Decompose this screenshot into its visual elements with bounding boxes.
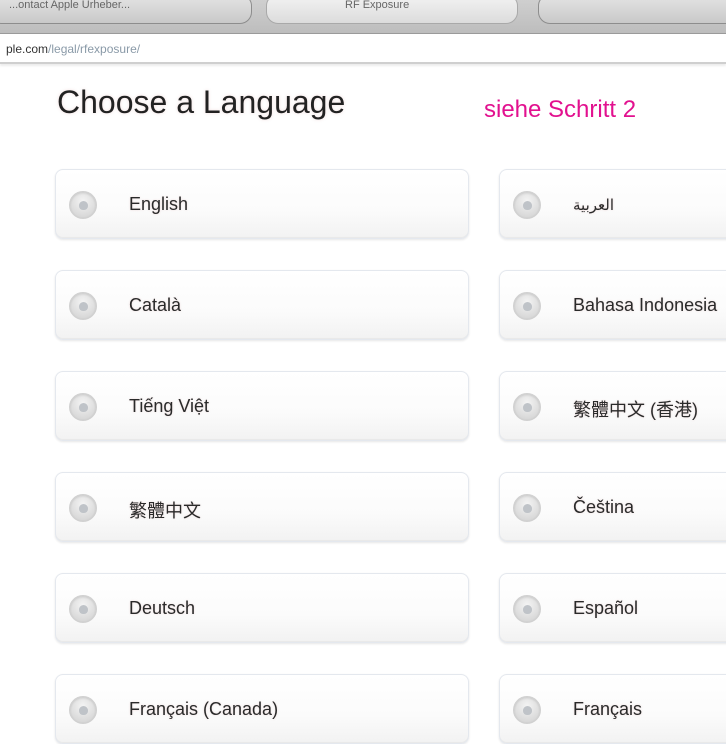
language-option-traditional-chinese[interactable]: 繁體中文 [55, 472, 469, 542]
language-label: English [129, 194, 189, 214]
radio-apple-icon[interactable] [513, 393, 541, 421]
language-option-english[interactable]: English [55, 169, 469, 239]
language-label: 繁體中文 (香港) [573, 400, 698, 420]
radio-apple-icon[interactable] [69, 696, 97, 724]
language-label: Español [573, 598, 639, 618]
language-option-espanol[interactable]: Español [499, 573, 726, 643]
radio-apple-icon[interactable] [513, 494, 541, 522]
browser-tab[interactable]: ...ontact Apple Urheber... [0, 0, 252, 24]
language-option-francais[interactable]: Français [499, 674, 726, 744]
tab-title: ...ontact Apple Urheber... [9, 0, 131, 11]
language-label: 繁體中文 [129, 501, 201, 521]
language-label: Čeština [573, 497, 635, 517]
language-label: Català [129, 295, 182, 315]
language-label: Français [573, 699, 643, 719]
language-label: Bahasa Indonesia [573, 295, 718, 315]
annotation-note: siehe Schritt 2 [484, 96, 637, 123]
radio-apple-icon[interactable] [513, 191, 541, 219]
language-option-cestina[interactable]: Čeština [499, 472, 726, 542]
language-option-bahasa-indonesia[interactable]: Bahasa Indonesia [499, 270, 726, 340]
language-option-catala[interactable]: Català [55, 270, 469, 340]
radio-apple-icon[interactable] [513, 696, 541, 724]
browser-tab-strip: ...ontact Apple Urheber... RF Exposure [0, 0, 726, 34]
language-option-deutsch[interactable]: Deutsch [55, 573, 469, 643]
radio-apple-icon[interactable] [69, 191, 97, 219]
radio-apple-icon[interactable] [69, 494, 97, 522]
radio-apple-icon[interactable] [69, 292, 97, 320]
language-label: Tiếng Việt [129, 396, 210, 416]
language-option-francais-canada[interactable]: Français (Canada) [55, 674, 469, 744]
radio-apple-icon[interactable] [513, 595, 541, 623]
url-host: ple.com [6, 42, 49, 56]
page-title: Choose a Language [57, 84, 346, 120]
language-label: Français (Canada) [129, 699, 279, 719]
tab-title: RF Exposure [345, 0, 410, 11]
language-label: Deutsch [129, 598, 196, 618]
url-path: /legal/rfexposure/ [48, 42, 141, 56]
browser-tab-active[interactable]: RF Exposure [266, 0, 518, 24]
radio-apple-icon[interactable] [513, 292, 541, 320]
language-option-chinese-hongkong[interactable]: 繁體中文 (香港) [499, 371, 726, 441]
radio-apple-icon[interactable] [69, 393, 97, 421]
radio-apple-icon[interactable] [69, 595, 97, 623]
language-label: العربية [573, 197, 614, 214]
language-option-vietnamese[interactable]: Tiếng Việt [55, 371, 469, 441]
language-option-arabic[interactable]: العربية [499, 169, 726, 239]
browser-tab[interactable] [538, 0, 726, 24]
address-bar[interactable]: ple.com/legal/rfexposure/ [0, 34, 726, 64]
